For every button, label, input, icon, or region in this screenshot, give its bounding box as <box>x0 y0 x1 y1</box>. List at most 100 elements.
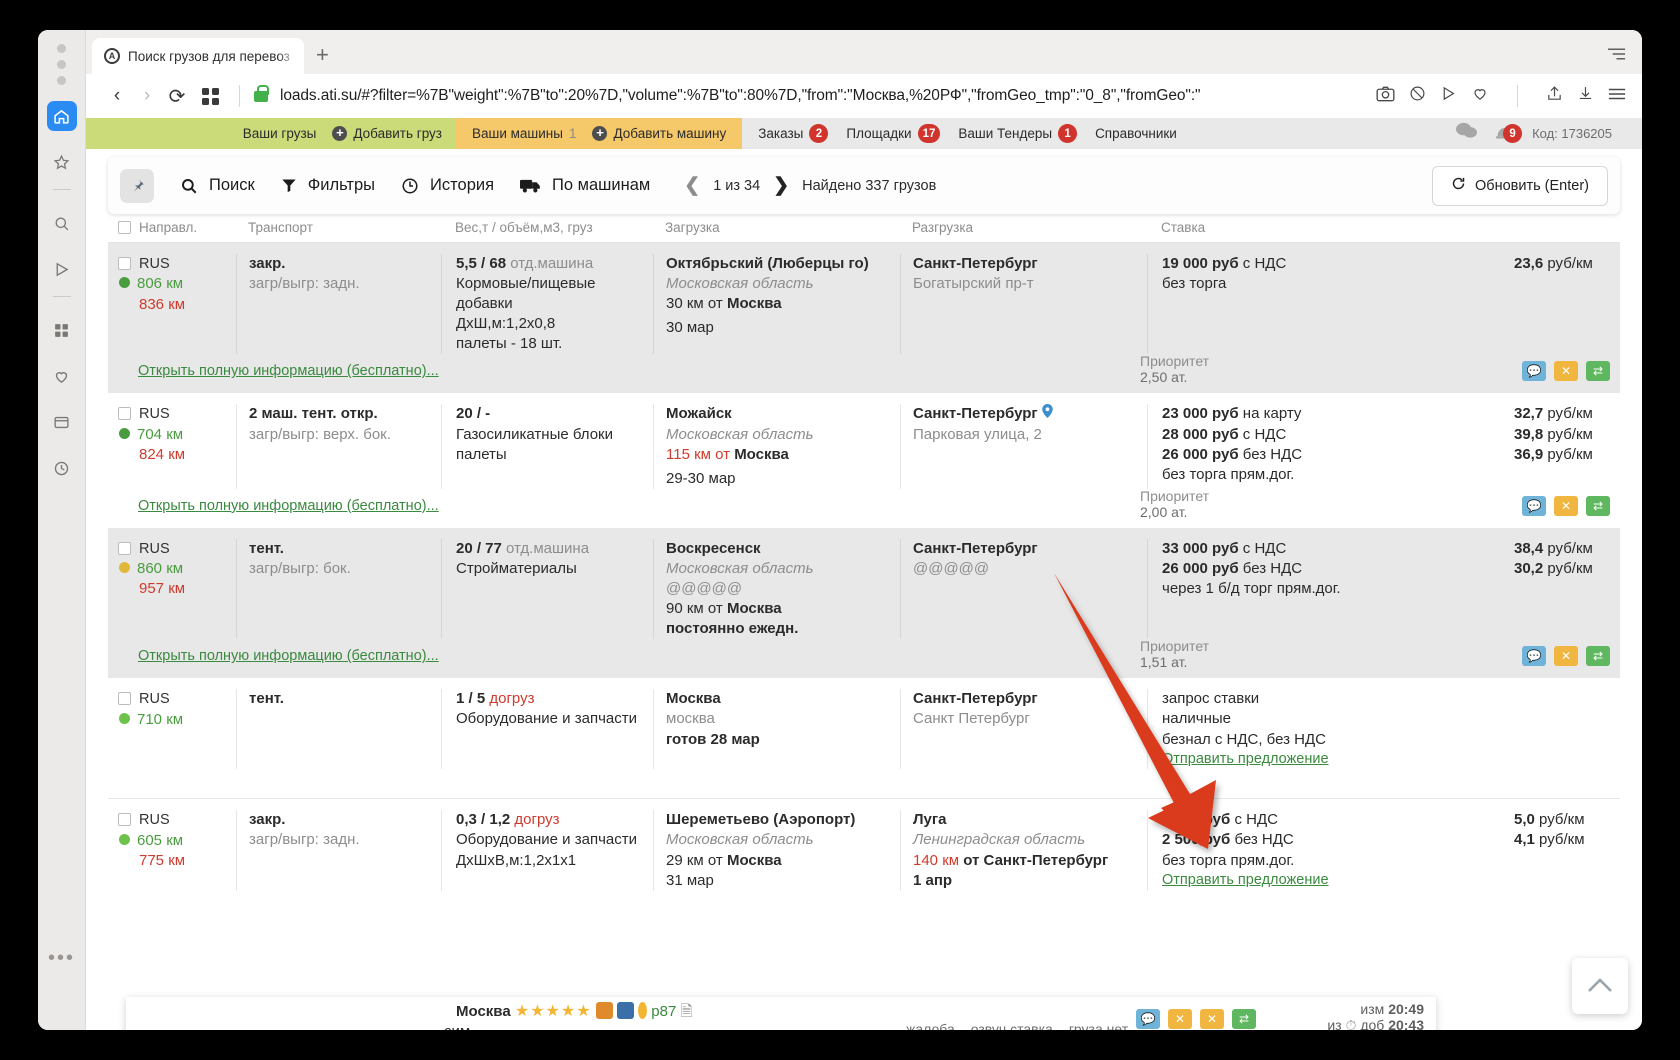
download-icon[interactable] <box>1577 85 1594 107</box>
doc-icon[interactable]: 🗎 <box>680 1003 692 1020</box>
priority-block: Приоритет 2,00 ат. <box>1140 487 1210 520</box>
scroll-to-top-button[interactable] <box>1572 958 1628 1014</box>
header-transport: Транспорт <box>248 220 313 235</box>
hide-button-2[interactable]: ✕ <box>1200 1009 1224 1029</box>
tab-search[interactable]: Поиск <box>180 176 255 195</box>
row-checkbox[interactable] <box>118 257 131 270</box>
row-checkbox[interactable] <box>118 692 131 706</box>
open-full-info-link[interactable]: Открыть полную информацию (бесплатно)... <box>108 645 1620 678</box>
nav-your-trucks[interactable]: Ваши машины 1 <box>472 126 576 141</box>
browser-menu-icon[interactable] <box>1607 47 1626 66</box>
tab-history[interactable]: История <box>401 176 494 195</box>
comment-button[interactable]: 💬 <box>1522 646 1546 667</box>
camera-icon[interactable] <box>1376 86 1395 107</box>
pin-icon[interactable] <box>120 168 154 203</box>
url-text[interactable]: loads.ati.su/#?filter=%7B"weight":%7B"to… <box>280 87 1362 105</box>
nav-add-cargo[interactable]: + Добавить груз <box>332 126 442 141</box>
window-controls[interactable] <box>57 44 66 85</box>
no-cargo-link[interactable]: груза нет <box>1069 1021 1128 1030</box>
comment-button[interactable]: 💬 <box>1522 361 1546 382</box>
refresh-button[interactable]: Обновить (Enter) <box>1432 165 1608 206</box>
rail-search-icon[interactable] <box>47 208 77 238</box>
reload-icon[interactable]: ⟳ <box>162 84 192 109</box>
pager: ❮ 1 из 34 ❯ Найдено 337 грузов <box>684 174 936 197</box>
badge-icon-2[interactable] <box>616 1002 634 1019</box>
hide-button[interactable]: ✕ <box>1554 646 1578 667</box>
truck-icon <box>520 177 541 194</box>
nav-add-truck[interactable]: + Добавить машину <box>592 126 726 141</box>
table-row[interactable]: RUS 860 км 957 км тент. загр/выгр: бок. … <box>108 527 1620 679</box>
badge-icon-1[interactable] <box>595 1002 613 1019</box>
open-full-info-link[interactable]: Открыть полную информацию (бесплатно)... <box>108 495 1620 528</box>
refresh-icon <box>1451 176 1466 195</box>
bell-icon[interactable]: 9 <box>1494 124 1523 143</box>
clock-small-icon: ⏱ <box>1345 1017 1357 1030</box>
comment-button[interactable]: 💬 <box>1522 495 1546 516</box>
exchange-button[interactable]: ⇄ <box>1586 646 1610 667</box>
tab-by-trucks[interactable]: По машинам <box>520 176 650 195</box>
exchange-button[interactable]: ⇄ <box>1586 361 1610 382</box>
rail-history-icon[interactable] <box>47 453 77 483</box>
row-direction: RUS 806 км 836 км <box>108 254 236 354</box>
comment-button[interactable]: 💬 <box>1136 1009 1160 1029</box>
open-full-info-link[interactable]: Открыть полную информацию (бесплатно)... <box>108 360 1620 393</box>
badge-icon-3[interactable] <box>638 1002 648 1019</box>
pager-indicator: 1 из 34 <box>713 177 761 194</box>
nav-directories[interactable]: Справочники <box>1095 126 1177 141</box>
forward-button[interactable]: › <box>132 85 162 107</box>
pager-next-icon[interactable]: ❯ <box>773 174 789 197</box>
rail-more-icon[interactable]: ••• <box>48 947 75 970</box>
hide-button[interactable]: ✕ <box>1554 361 1578 382</box>
row-rate: запрос ставки наличные безнал с НДС, без… <box>1147 689 1620 770</box>
send-icon[interactable] <box>1440 85 1457 107</box>
new-tab-button[interactable]: + <box>316 44 329 66</box>
chat-icon[interactable] <box>1455 121 1478 146</box>
row-checkbox[interactable] <box>118 407 131 421</box>
rating-id[interactable]: p87 <box>651 1003 676 1020</box>
hide-button[interactable]: ✕ <box>1168 1009 1192 1029</box>
heart-icon[interactable] <box>1471 85 1489 107</box>
block-icon[interactable] <box>1409 85 1426 107</box>
table-row[interactable]: RUS 605 км 775 км закр. загр/выгр: задн.… <box>108 798 1620 896</box>
status-dot <box>119 833 130 845</box>
nav-tenders[interactable]: Ваши Тендеры 1 <box>958 124 1078 143</box>
rail-reader-icon[interactable] <box>47 407 77 437</box>
nav-orders[interactable]: Заказы 2 <box>758 124 829 143</box>
status-dot <box>119 712 130 724</box>
map-pin-icon[interactable] <box>1042 404 1053 422</box>
table-row[interactable]: RUS 806 км 836 км закр. загр/выгр: задн.… <box>108 243 1620 394</box>
row-transport: 2 маш. тент. откр. загр/выгр: верх. бок. <box>236 404 441 489</box>
share-icon[interactable] <box>1546 85 1563 107</box>
select-all-checkbox[interactable] <box>118 221 131 234</box>
popup-actions: 💬 ✕ ✕ ⇄ <box>1136 1009 1256 1029</box>
exchange-button[interactable]: ⇄ <box>1586 495 1610 516</box>
tab-filters[interactable]: Фильтры <box>281 176 375 195</box>
nav-sites[interactable]: Площадки 17 <box>846 124 941 143</box>
nav-your-cargo[interactable]: Ваши грузы <box>243 126 317 141</box>
voiced-rate-link[interactable]: озвуч.ставка <box>971 1021 1053 1030</box>
browser-tab-active[interactable]: A Поиск грузов для перевозки <box>92 38 304 74</box>
page-content: Ваши грузы + Добавить груз Ваши машины 1… <box>86 118 1642 1030</box>
back-button[interactable]: ‹ <box>102 85 132 107</box>
row-checkbox[interactable] <box>118 813 131 827</box>
complaint-link[interactable]: жалоба <box>906 1021 955 1030</box>
row-actions: 💬 ✕ ⇄ <box>1522 361 1610 382</box>
table-row[interactable]: RUS 704 км 824 км 2 маш. тент. откр. заг… <box>108 393 1620 527</box>
load-details-popup[interactable]: Москва ★★★★★ p87 🗎 сим жалоба озвуч.став… <box>126 997 1436 1030</box>
pager-prev-icon[interactable]: ❮ <box>684 174 700 197</box>
rail-apps-icon[interactable] <box>47 315 77 345</box>
hide-button[interactable]: ✕ <box>1554 495 1578 516</box>
rail-home-icon[interactable] <box>46 101 77 131</box>
send-offer-link[interactable]: Отправить предложение <box>1162 871 1504 890</box>
rail-star-icon[interactable] <box>47 147 77 177</box>
tab-filters-label: Фильтры <box>307 176 376 194</box>
menu-icon[interactable] <box>1608 86 1626 106</box>
rail-play-icon[interactable] <box>47 254 77 284</box>
rail-heart-icon[interactable] <box>47 361 77 391</box>
site-nav: Ваши грузы + Добавить груз Ваши машины 1… <box>86 118 1642 149</box>
speed-dial-icon[interactable] <box>202 87 219 105</box>
row-checkbox[interactable] <box>118 541 131 555</box>
table-row[interactable]: RUS 710 км тент. 1 / 5 догруз Оборудован… <box>108 678 1620 798</box>
send-offer-link[interactable]: Отправить предложение <box>1162 750 1620 769</box>
exchange-button[interactable]: ⇄ <box>1232 1009 1256 1029</box>
